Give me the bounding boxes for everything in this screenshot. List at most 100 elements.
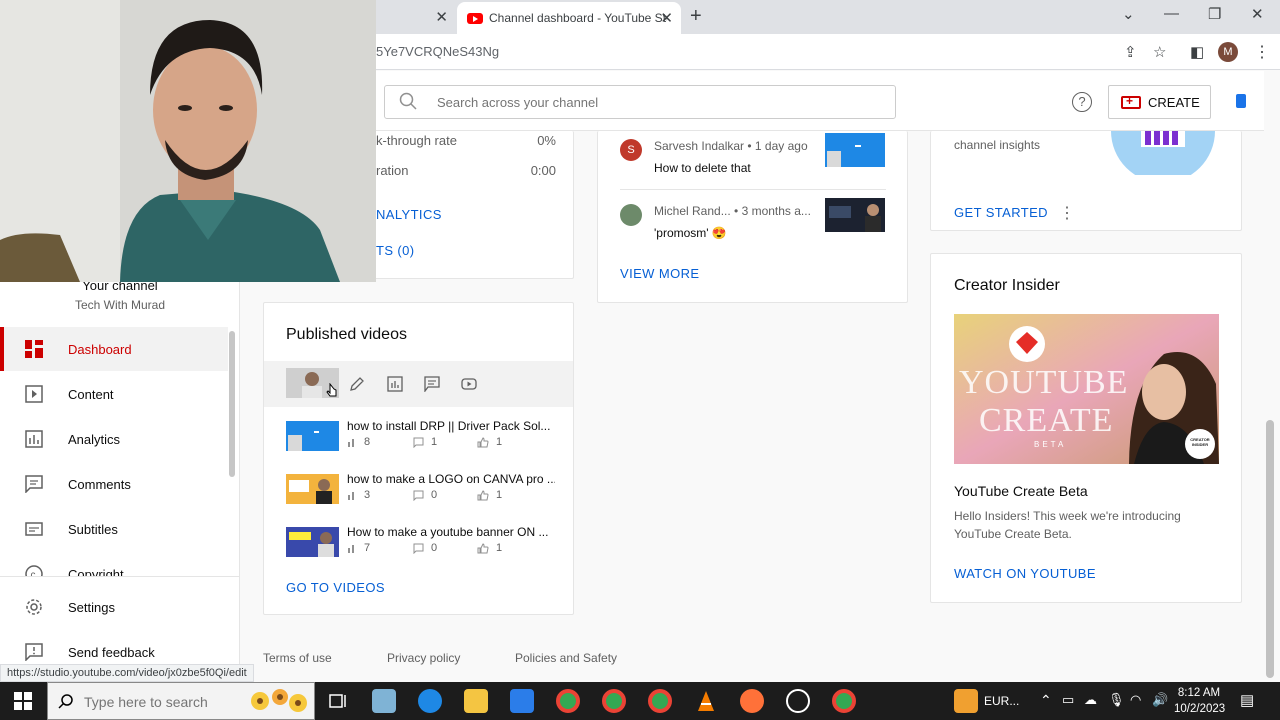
- video-thumbnail[interactable]: [286, 527, 339, 557]
- thumbs-up-icon: [477, 489, 489, 500]
- copyright-icon: c: [25, 565, 43, 576]
- tray-mic-icon[interactable]: 🎙: [1108, 692, 1125, 708]
- gear-icon: [26, 599, 42, 615]
- taskbar-app-edge-icon[interactable]: [418, 689, 442, 713]
- new-tab-icon[interactable]: +: [690, 5, 702, 28]
- taskbar-app-clock-icon[interactable]: [786, 689, 810, 713]
- taskbar-app-notepad-icon[interactable]: [372, 689, 396, 713]
- thumbs-up-icon: [477, 436, 489, 447]
- taskbar-search[interactable]: [47, 682, 315, 720]
- footer-terms-link[interactable]: Terms of use: [263, 651, 332, 665]
- get-started-link[interactable]: GET STARTED: [954, 205, 1048, 220]
- creator-insider-banner[interactable]: YOUTUBE CREATE BETA CREATOR INSIDER: [954, 314, 1219, 464]
- sidebar-item-subtitles[interactable]: Subtitles: [0, 507, 228, 551]
- taskbar-app-file-explorer-icon[interactable]: [464, 689, 488, 713]
- currency-widget-text[interactable]: EUR...: [984, 694, 1019, 708]
- notification-center-icon[interactable]: ▤: [1240, 691, 1254, 709]
- page-scrollbar[interactable]: [1266, 420, 1274, 678]
- insights-illustration: [1111, 131, 1215, 175]
- watch-on-youtube-link[interactable]: WATCH ON YOUTUBE: [954, 566, 1096, 581]
- link-status-bar: https://studio.youtube.com/video/jx0zbe5…: [0, 664, 254, 682]
- help-icon[interactable]: ?: [1072, 92, 1092, 112]
- show-hidden-icons-icon[interactable]: ⌃: [1040, 692, 1052, 709]
- account-avatar[interactable]: [1236, 94, 1246, 108]
- footer-policies-link[interactable]: Policies and Safety: [515, 651, 617, 665]
- search-input[interactable]: [437, 92, 877, 112]
- video-likes: 1: [477, 542, 502, 554]
- tab-search-chevron-icon[interactable]: ⌄: [1122, 5, 1135, 23]
- youtube-play-icon[interactable]: [461, 376, 477, 392]
- channel-insights-card: channel insights GET STARTED ⋮: [930, 131, 1242, 231]
- subtitles-icon: [25, 522, 43, 536]
- browser-tab-active[interactable]: Channel dashboard - YouTube Studio ✕: [457, 2, 681, 34]
- sidebar-scrollbar[interactable]: [229, 331, 235, 477]
- close-tab-icon[interactable]: ✕: [660, 9, 673, 27]
- taskbar-clock[interactable]: 8:12 AM 10/2/2023: [1174, 685, 1225, 717]
- taskbar-app-chrome-profile-icon[interactable]: [832, 689, 856, 713]
- comment-item[interactable]: S Sarvesh Indalkar • 1 day ago How to de…: [620, 133, 886, 187]
- video-thumbnail[interactable]: [286, 474, 339, 504]
- clock-time: 8:12 AM: [1177, 687, 1221, 699]
- video-thumbnail[interactable]: [286, 421, 339, 451]
- channel-search[interactable]: [384, 85, 896, 119]
- video-hover-row[interactable]: [264, 361, 573, 407]
- published-videos-card: Published videos how to install DRP || D…: [263, 302, 574, 615]
- published-video-row[interactable]: How to make a youtube banner ON ... 7 0 …: [286, 525, 556, 565]
- analytics-icon[interactable]: [387, 376, 403, 392]
- taskbar-app-chrome-icon[interactable]: [648, 689, 672, 713]
- sidebar-item-copyright[interactable]: c Copyright: [0, 552, 228, 576]
- tray-wifi-icon[interactable]: ◠: [1130, 692, 1141, 708]
- currency-widget-icon[interactable]: [954, 689, 978, 713]
- video-title[interactable]: How to make a youtube banner ON ...: [347, 525, 555, 539]
- sidebar-item-dashboard[interactable]: Dashboard: [0, 327, 228, 371]
- views-bar-icon: [348, 439, 354, 447]
- comment-divider: [620, 189, 886, 190]
- tray-cloud-icon[interactable]: ☁: [1084, 692, 1097, 708]
- more-options-icon[interactable]: ⋮: [1059, 203, 1075, 223]
- task-view-icon[interactable]: [326, 689, 350, 713]
- taskbar-app-vlc-icon[interactable]: [694, 689, 718, 713]
- sidebar-item-comments[interactable]: Comments: [0, 462, 228, 506]
- views-bar-icon: [348, 492, 354, 500]
- commenter-avatar: [620, 204, 642, 226]
- sidebar-item-content[interactable]: Content: [0, 372, 228, 416]
- bookmark-star-icon[interactable]: ☆: [1153, 43, 1166, 61]
- go-to-analytics-link[interactable]: NALYTICS: [376, 207, 442, 222]
- sidepanel-icon[interactable]: ◧: [1190, 43, 1204, 61]
- video-title[interactable]: how to make a LOGO on CANVA pro ...: [347, 472, 555, 486]
- go-to-videos-link[interactable]: GO TO VIDEOS: [286, 580, 385, 595]
- taskbar-app-store-icon[interactable]: [510, 689, 534, 713]
- sidebar-item-settings[interactable]: Settings: [0, 585, 228, 629]
- taskbar-app-chrome-icon[interactable]: [602, 689, 626, 713]
- windows-start-icon[interactable]: [14, 692, 32, 710]
- comments-icon[interactable]: [424, 376, 440, 392]
- published-video-row[interactable]: how to install DRP || Driver Pack Sol...…: [286, 419, 556, 459]
- video-thumbnail[interactable]: [825, 133, 885, 167]
- comment-count-icon: [413, 543, 424, 554]
- profile-avatar[interactable]: M: [1218, 42, 1238, 62]
- close-tab-icon[interactable]: ✕: [435, 8, 448, 26]
- taskbar-app-firefox-icon[interactable]: [740, 689, 764, 713]
- url-text[interactable]: 5Ye7VCRQNeS43Ng: [376, 44, 499, 59]
- restore-icon[interactable]: ❐: [1208, 5, 1221, 23]
- browser-menu-icon[interactable]: ⋮: [1254, 42, 1270, 62]
- trending-link[interactable]: TS (0): [376, 243, 415, 258]
- tray-battery-icon[interactable]: ▭: [1062, 692, 1074, 708]
- view-more-link[interactable]: VIEW MORE: [620, 266, 699, 281]
- browser-tab-inactive[interactable]: ✕: [376, 0, 456, 34]
- minimize-icon[interactable]: —: [1164, 5, 1179, 22]
- tray-volume-icon[interactable]: 🔊: [1152, 692, 1168, 708]
- create-button[interactable]: CREATE: [1108, 85, 1211, 119]
- comment-item[interactable]: Michel Rand... • 3 months a... 'promosm'…: [620, 198, 886, 252]
- sidebar-item-analytics[interactable]: Analytics: [0, 417, 228, 461]
- footer-privacy-link[interactable]: Privacy policy: [387, 651, 460, 665]
- video-title[interactable]: how to install DRP || Driver Pack Sol...: [347, 419, 555, 433]
- share-icon[interactable]: ⇪: [1124, 43, 1137, 61]
- video-thumbnail[interactable]: [825, 198, 885, 232]
- views-bar-icon: [348, 545, 354, 553]
- published-video-row[interactable]: how to make a LOGO on CANVA pro ... 3 0 …: [286, 472, 556, 512]
- taskbar-app-chrome-icon[interactable]: [556, 689, 580, 713]
- window-close-icon[interactable]: ✕: [1251, 5, 1264, 23]
- taskbar-search-input[interactable]: [84, 694, 244, 710]
- edit-pencil-icon[interactable]: [349, 376, 365, 392]
